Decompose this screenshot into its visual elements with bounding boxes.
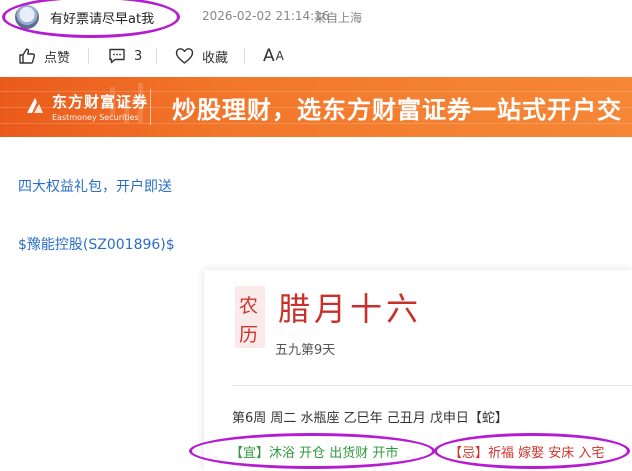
lunar-badge: 农 历 <box>235 286 265 348</box>
divider <box>88 48 89 64</box>
stock-link[interactable]: $豫能控股(SZ001896)$ <box>18 234 175 254</box>
eastmoney-logo-icon <box>27 98 43 113</box>
post-time: 2026-02-02 21:14:16 <box>202 9 330 23</box>
lunar-date: 腊月十六 <box>278 290 423 328</box>
comment-button[interactable]: 3 <box>108 44 142 68</box>
favorite-label: 收藏 <box>202 50 229 66</box>
brand-name-en: Eastmoney Securities <box>52 113 139 122</box>
font-large-glyph: A <box>263 46 275 66</box>
heart-icon <box>175 48 194 64</box>
comment-icon <box>109 48 125 64</box>
divider <box>232 385 632 386</box>
post-source: 来自上海 <box>314 11 363 25</box>
gift-promo-link[interactable]: 四大权益礼包，开户即送 <box>18 176 172 196</box>
banner-slogan: 炒股理财，选东方财富证券一站式开户交 <box>172 96 622 124</box>
favorite-button[interactable]: 收藏 <box>175 44 228 68</box>
ad-banner[interactable]: 东方财富证券 Eastmoney Securities 炒股理财，选东方财富证券… <box>0 77 632 137</box>
lunar-subtitle: 五九第9天 <box>275 343 336 358</box>
comment-count: 3 <box>134 48 143 64</box>
like-button[interactable]: 点赞 <box>18 44 70 68</box>
like-label: 点赞 <box>44 50 71 66</box>
thumbs-up-icon <box>19 48 36 64</box>
font-size-button[interactable]: AA <box>263 44 284 68</box>
lunar-badge-bottom: 历 <box>239 324 259 346</box>
banner-divider <box>150 89 151 125</box>
lunar-badge-top: 农 <box>239 295 259 317</box>
brand-name: 东方财富证券 <box>52 93 149 111</box>
font-small-glyph: A <box>275 49 284 63</box>
divider <box>156 48 157 64</box>
annotation-oval <box>434 433 630 469</box>
annotation-oval <box>189 433 435 469</box>
calendar-info: 第6周 周二 水瓶座 乙巳年 己丑月 戊申日【蛇】 <box>232 411 508 426</box>
action-bar: 点赞 3 收藏 AA <box>0 40 632 72</box>
divider <box>244 48 245 64</box>
